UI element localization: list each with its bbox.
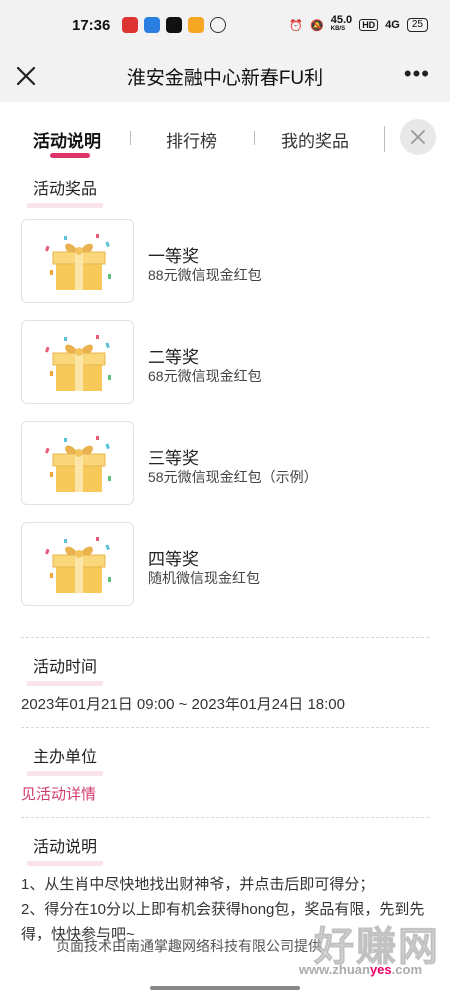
watermark-logo: 好赚网 www.zhuanyes.com (290, 914, 440, 988)
section-title-description: 活动说明 (27, 833, 104, 866)
app-icon (188, 17, 205, 33)
battery-icon: 25 (406, 18, 428, 32)
home-indicator[interactable] (150, 986, 300, 990)
prize-image-card (21, 421, 134, 505)
gift-box-icon (45, 436, 111, 492)
close-panel-button[interactable] (400, 119, 436, 155)
app-icon (122, 17, 139, 33)
signal-icon: 4G (385, 19, 400, 31)
tab-divider (384, 126, 385, 152)
prize-image-card (21, 219, 134, 303)
gift-box-icon (45, 335, 111, 391)
prize-desc: 58元微信现金红包（示例） (148, 469, 318, 485)
status-time: 17:36 (72, 16, 111, 34)
footer-credit: 页面技术由南通掌趣网络科技有限公司提供 (56, 938, 322, 954)
app-icon (144, 17, 161, 33)
description-line: 1、从生肖中尽快地找出财神爷，并点击后即可得分； (21, 876, 375, 893)
prize-name: 二等奖 (148, 348, 199, 367)
hand-icon (210, 17, 227, 33)
prize-desc: 88元微信现金红包 (148, 267, 262, 283)
tab-my-prizes[interactable]: 我的奖品 (281, 127, 349, 152)
section-title-organizer: 主办单位 (27, 743, 104, 776)
active-tab-indicator (50, 153, 90, 158)
mute-icon: 🔕 (310, 19, 324, 32)
hd-badge: HD (359, 19, 379, 31)
organizer-details-link[interactable]: 见活动详情 (21, 783, 96, 804)
app-icon (166, 17, 183, 33)
net-speed: 45.0 KB/S (330, 14, 353, 33)
prize-image-card (21, 320, 134, 404)
status-app-icons (122, 17, 227, 33)
prize-name: 三等奖 (148, 449, 199, 468)
more-icon[interactable]: ••• (404, 63, 430, 85)
section-divider (21, 727, 429, 728)
gift-box-icon (45, 234, 111, 290)
gift-box-icon (45, 537, 111, 593)
prize-name: 一等奖 (148, 247, 199, 266)
status-indicators: ⏰ 🔕 45.0 KB/S HD 4G 25 (289, 14, 428, 34)
tab-divider (130, 131, 131, 145)
prize-name: 四等奖 (148, 550, 199, 569)
tab-activity-info[interactable]: 活动说明 (33, 127, 101, 152)
prize-image-card (21, 522, 134, 606)
close-icon[interactable] (12, 62, 40, 90)
alarm-icon: ⏰ (289, 19, 304, 32)
section-title-prizes: 活动奖品 (27, 175, 104, 208)
tab-leaderboard[interactable]: 排行榜 (166, 127, 217, 152)
prize-desc: 68元微信现金红包 (148, 368, 262, 384)
page-title: 淮安金融中心新春FU利 (126, 67, 324, 89)
section-divider (21, 817, 429, 818)
watermark-url: www.zhuanyes.com (298, 962, 422, 977)
section-divider (21, 637, 429, 638)
title-bar: 淮安金融中心新春FU利 ••• (0, 50, 450, 102)
section-title-time: 活动时间 (27, 653, 104, 686)
close-icon (411, 130, 425, 144)
prize-desc: 随机微信现金红包 (148, 570, 260, 586)
status-bar: 17:36 ⏰ 🔕 45.0 KB/S HD 4G 25 (0, 0, 450, 50)
activity-time-value: 2023年01月21日 09:00 ~ 2023年01月24日 18:00 (21, 696, 345, 713)
tab-divider (254, 131, 255, 145)
